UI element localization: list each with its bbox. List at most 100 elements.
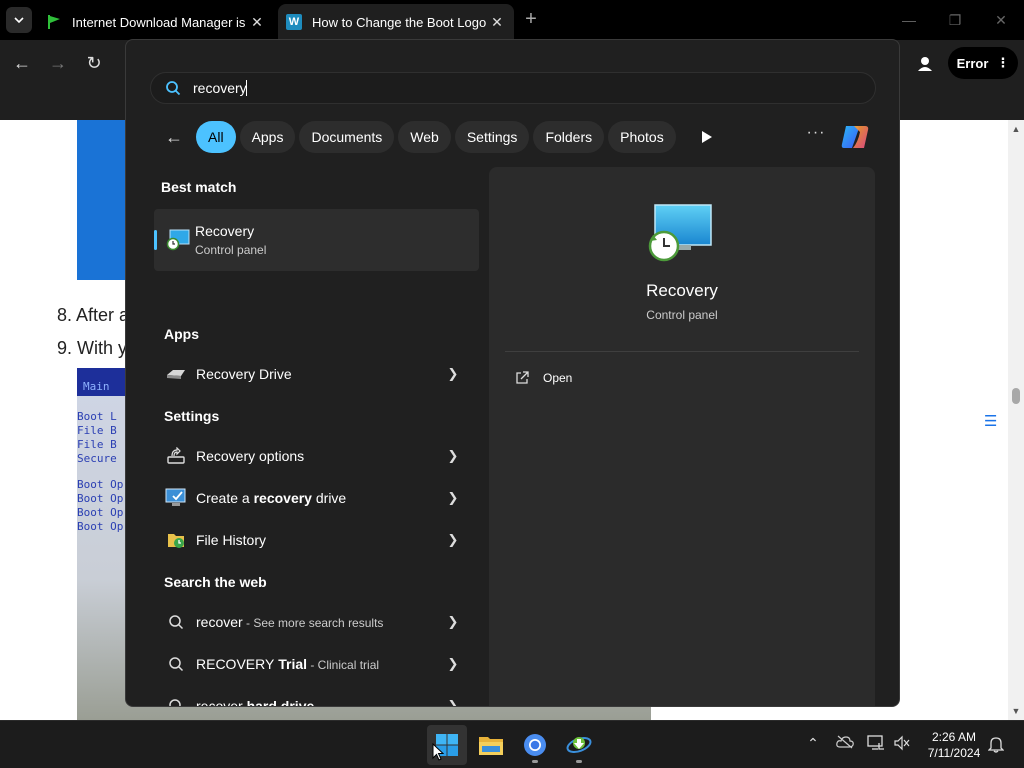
result-recovery-drive[interactable]: Recovery Drive ❯ [154,356,479,392]
result-file-history[interactable]: File History ❯ [154,522,479,558]
result-create-recovery-drive[interactable]: Create a recovery drive ❯ [154,480,479,516]
scroll-down-icon[interactable]: ▼ [1008,704,1024,718]
page-scrollbar[interactable]: ▲ ▼ [1008,120,1024,720]
file-explorer-button[interactable] [471,725,511,765]
filter-apps[interactable]: Apps [239,121,296,153]
preview-subtitle: Control panel [646,308,718,322]
tab-idm[interactable]: Internet Download Manager is ✕ [38,4,274,40]
chrome-button[interactable] [515,725,555,765]
tab-title: How to Change the Boot Logo [312,14,487,30]
close-window-icon[interactable]: ✕ [986,8,1016,32]
chevron-right-icon[interactable]: ❯ [443,656,463,672]
filter-settings[interactable]: Settings [454,121,530,153]
apps-heading: Apps [164,326,199,342]
file-history-icon [164,528,188,552]
bios-line: Boot Op [77,520,124,533]
divider [505,351,859,352]
bios-line: Boot L [77,410,117,423]
chrome-icon [524,734,546,756]
new-tab-button[interactable]: + [520,9,542,31]
close-tab-icon[interactable]: ✕ [248,14,266,31]
copilot-icon[interactable] [838,120,872,154]
filter-all[interactable]: All [196,121,236,153]
chevron-right-icon[interactable]: ❯ [443,448,463,464]
best-match-item[interactable]: Recovery Control panel [154,209,479,271]
result-label: recover - See more search results [196,614,384,630]
clock-time: 2:26 AM [931,730,977,744]
result-label: Create a recovery drive [196,490,347,506]
article-step-9: 9. With y [57,338,128,358]
mouse-cursor-icon [432,743,444,761]
restore-icon[interactable]: ❐ [940,8,970,32]
best-match-subtitle: Control panel [195,243,267,257]
web-result-recovery-trial[interactable]: RECOVERY Trial - Clinical trial ❯ [154,646,479,682]
filter-folders[interactable]: Folders [533,121,605,153]
notifications-bell-icon[interactable] [986,735,1006,756]
chevron-right-icon[interactable]: ❯ [443,614,463,630]
result-label: recover hard drive [196,698,315,707]
error-button[interactable]: Error ⋮ [948,47,1018,79]
forward-arrow-icon[interactable]: → [46,51,70,75]
bios-line: File B [77,438,117,451]
search-icon [164,610,188,634]
search-box[interactable]: recovery [150,72,876,104]
reload-icon[interactable]: ↻ [82,51,106,75]
result-label: File History [196,532,267,548]
chevron-right-icon[interactable]: ❯ [443,366,463,382]
result-recovery-options[interactable]: Recovery options ❯ [154,438,479,474]
start-search-panel: recovery ← All Apps Documents Web Settin… [125,39,900,707]
search-web-heading: Search the web [164,574,267,590]
onedrive-icon[interactable] [835,735,855,752]
idm-button[interactable] [559,725,599,765]
chevron-right-icon[interactable]: ❯ [443,532,463,548]
web-result-recover[interactable]: recover - See more search results ❯ [154,604,479,640]
bios-line: Boot Op [77,492,124,505]
back-arrow-icon[interactable]: ← [10,51,34,75]
idm-icon [566,737,592,753]
filter-documents[interactable]: Documents [299,121,395,153]
scroll-thumb[interactable] [1012,388,1020,404]
error-label: Error [956,55,989,71]
tab-boot-logo[interactable]: W How to Change the Boot Logo ✕ [278,4,514,40]
back-arrow-icon[interactable]: ← [160,123,188,151]
table-of-contents-icon[interactable]: ☰ [984,412,997,430]
volume-muted-icon[interactable] [892,735,912,754]
chevron-right-icon[interactable]: ❯ [443,490,463,506]
article-step-8: 8. After a [57,305,130,325]
chevron-right-icon[interactable]: ❯ [443,698,463,706]
web-result-recover-hard-drive[interactable]: recover hard drive ❯ [154,688,479,707]
show-hidden-icons-chevron-up-icon[interactable]: ⌃ [803,735,823,752]
system-clock[interactable]: 2:26 AM 7/11/2024 [914,729,994,761]
close-tab-icon[interactable]: ✕ [488,14,506,31]
more-options-button[interactable]: ··· [804,124,828,148]
flag-icon [46,14,62,30]
scroll-up-icon[interactable]: ▲ [1008,122,1024,136]
tab-title: Internet Download Manager is [72,14,246,30]
profile-icon[interactable] [912,51,938,77]
result-label: Recovery Drive [196,366,292,382]
text-caret [245,80,247,96]
best-match-title: Recovery [195,223,255,239]
minimize-icon[interactable]: — [894,8,924,32]
search-input[interactable]: recovery [193,80,247,96]
filter-photos[interactable]: Photos [608,121,676,153]
search-icon [164,652,188,676]
play-icon[interactable] [692,122,722,152]
tab-search-button[interactable] [6,7,32,33]
network-icon[interactable] [866,735,886,754]
bios-line: Boot Op [77,506,124,519]
preview-title: Recovery [646,281,718,300]
chevron-down-icon [14,17,24,24]
settings-heading: Settings [164,408,220,424]
open-action[interactable]: Open [515,371,572,385]
search-filters: ← All Apps Documents Web Settings Folder… [160,121,722,153]
drive-icon [164,362,188,386]
browser-titlebar: Internet Download Manager is ✕ W How to … [0,0,1024,40]
bios-line: File B [77,424,117,437]
recovery-icon [166,229,190,251]
result-label: RECOVERY Trial - Clinical trial [196,656,380,672]
best-match-heading: Best match [161,179,237,195]
filter-web[interactable]: Web [398,121,451,153]
bios-line: Secure [77,452,117,465]
running-indicator [576,760,582,763]
